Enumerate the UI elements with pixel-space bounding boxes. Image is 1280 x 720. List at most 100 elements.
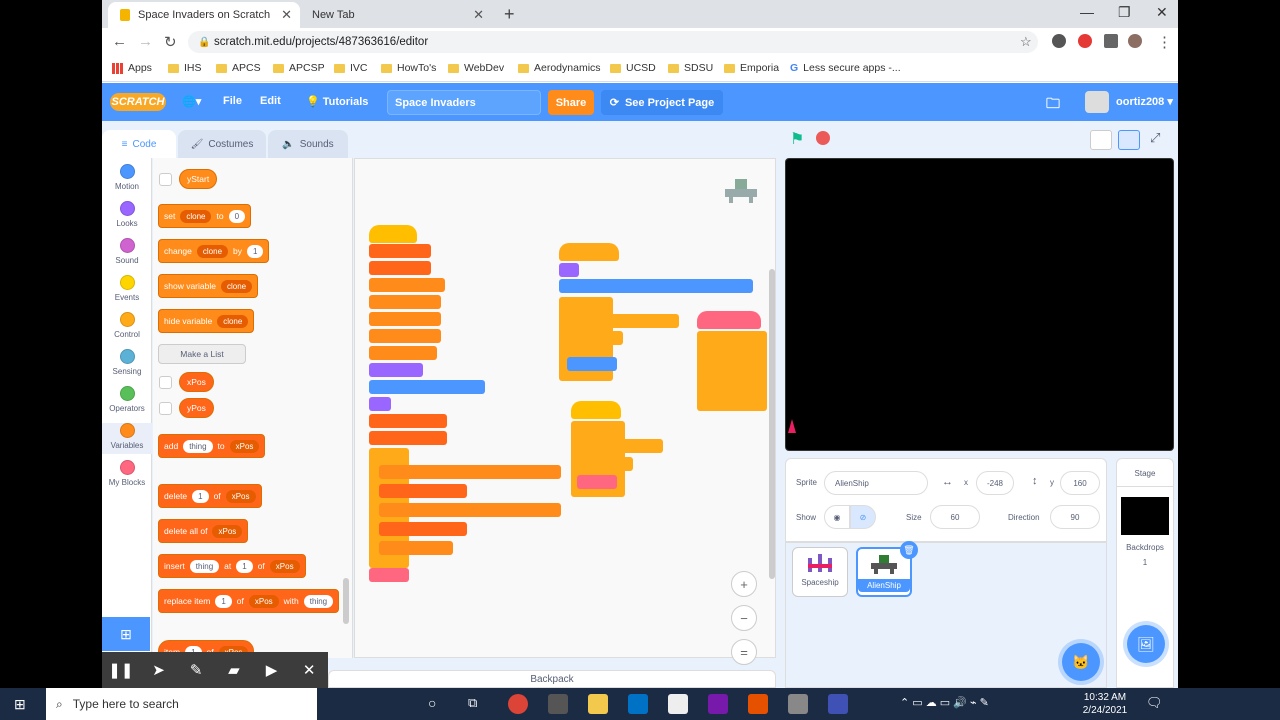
show-variable-block[interactable]: show variable clone	[158, 274, 259, 298]
fullscreen-icon[interactable]: ⤢	[1150, 130, 1160, 146]
direction-input[interactable]: 90	[1050, 505, 1100, 529]
tab-new-tab[interactable]: New Tab ✕	[300, 2, 492, 28]
see-project-page-button[interactable]: ⟳ See Project Page	[601, 90, 723, 115]
script-block[interactable]	[379, 503, 561, 517]
category-control[interactable]: Control	[102, 312, 152, 339]
script-block[interactable]	[697, 331, 767, 411]
script-block[interactable]	[369, 278, 445, 292]
bookmark-folder[interactable]: HowTo's	[381, 62, 436, 74]
script-block[interactable]	[559, 279, 753, 293]
define-block[interactable]	[697, 311, 761, 329]
sprite-thumb-spaceship[interactable]: Spaceship	[792, 547, 848, 597]
bookmark-folder[interactable]: SDSU	[668, 62, 713, 74]
script-block[interactable]	[369, 261, 431, 275]
category-sensing[interactable]: Sensing	[102, 349, 152, 376]
bookmark-folder[interactable]: WebDev	[448, 62, 504, 74]
tab-costumes[interactable]: 🖌 Costumes	[178, 130, 266, 158]
bookmark-google[interactable]: G Less secure apps -...	[790, 62, 901, 74]
new-tab-plus-icon[interactable]: +	[504, 4, 515, 25]
pen-app-icon[interactable]	[788, 694, 808, 714]
windows-start-icon[interactable]: ⊞	[14, 696, 26, 713]
close-recording-icon[interactable]: ✕	[290, 661, 328, 679]
script-block[interactable]	[567, 357, 617, 371]
username-menu[interactable]: oortiz208 ▾	[1116, 95, 1173, 108]
script-block[interactable]	[379, 541, 453, 555]
zoom-in-icon[interactable]: +	[731, 571, 757, 597]
script-block[interactable]	[369, 312, 441, 326]
stop-icon[interactable]	[816, 131, 830, 145]
add-to-list-block[interactable]: add thing to xPos	[158, 434, 266, 458]
bookmark-apps[interactable]: Apps	[112, 62, 152, 74]
camera-icon[interactable]: ▶	[253, 661, 291, 679]
pen-icon[interactable]: ✎	[177, 661, 215, 679]
project-title-input[interactable]: Space Invaders	[387, 90, 541, 115]
large-stage-icon[interactable]	[1118, 130, 1140, 150]
menu-dots-icon[interactable]: ⋮	[1157, 33, 1172, 51]
when-flag-clicked-hat[interactable]	[571, 401, 621, 419]
ystart-reporter[interactable]: yStart	[179, 169, 218, 189]
file-menu[interactable]: File	[223, 95, 242, 107]
bookmark-folder[interactable]: APCSP	[273, 62, 325, 74]
script-area[interactable]: + − =	[354, 158, 776, 665]
share-button[interactable]: Share	[548, 90, 594, 115]
script-block[interactable]	[369, 295, 441, 309]
script-block[interactable]	[577, 457, 633, 471]
user-avatar[interactable]	[1085, 91, 1109, 113]
script-block[interactable]	[577, 439, 663, 453]
green-flag-icon[interactable]: ⚑	[790, 129, 804, 149]
make-a-list-button[interactable]: Make a List	[158, 344, 246, 364]
script-block[interactable]	[369, 329, 441, 343]
close-tab-icon[interactable]: ✕	[281, 7, 292, 23]
bookmark-folder[interactable]: Emporia	[724, 62, 779, 74]
stage-selector[interactable]: Stage Backdrops 1 🖼	[1116, 458, 1174, 688]
back-arrow-icon[interactable]: ←	[112, 33, 127, 50]
script-block[interactable]	[577, 475, 617, 489]
category-events[interactable]: Events	[102, 275, 152, 302]
script-scrollbar[interactable]	[769, 269, 775, 579]
app-icon[interactable]	[828, 694, 848, 714]
category-variables[interactable]: Variables	[102, 423, 152, 454]
g-app-icon[interactable]	[668, 694, 688, 714]
script-block[interactable]	[369, 414, 447, 428]
ypos-list-reporter[interactable]: yPos	[179, 398, 214, 418]
script-block[interactable]	[369, 431, 447, 445]
show-visible-eye-icon[interactable]: ◉	[824, 505, 850, 529]
change-variable-block[interactable]: change clone by 1	[158, 239, 270, 263]
task-view-icon[interactable]: ⧉	[468, 695, 477, 711]
xpos-list-reporter[interactable]: xPos	[179, 372, 214, 392]
script-block[interactable]	[369, 346, 437, 360]
insert-at-block[interactable]: insert thing at 1 of xPos	[158, 554, 306, 578]
set-variable-block[interactable]: set clone to 0	[158, 204, 252, 228]
hide-variable-block[interactable]: hide variable clone	[158, 309, 255, 333]
sprite-thumb-alienship[interactable]: AlienShip 🗑	[856, 541, 918, 597]
script-block[interactable]	[379, 484, 467, 498]
reload-icon[interactable]: ↻	[164, 33, 177, 51]
tab-code[interactable]: ≡ Code	[102, 130, 176, 158]
tab-space-invaders[interactable]: Space Invaders on Scratch ✕	[108, 2, 300, 28]
script-block[interactable]	[379, 465, 561, 479]
script-block[interactable]	[567, 314, 679, 328]
category-sound[interactable]: Sound	[102, 238, 152, 265]
file-explorer-icon[interactable]	[588, 694, 608, 714]
script-block[interactable]	[379, 522, 467, 536]
extension-icon[interactable]	[1052, 34, 1066, 48]
stage-canvas[interactable]	[785, 158, 1174, 451]
delete-all-block[interactable]: delete all of xPos	[158, 519, 249, 543]
bookmark-folder[interactable]: IHS	[168, 62, 202, 74]
extensions-button-icon[interactable]: ⊞	[102, 617, 150, 651]
cortana-icon[interactable]: ○	[428, 695, 436, 711]
notifications-icon[interactable]: 🗨	[1146, 695, 1163, 711]
small-stage-icon[interactable]	[1090, 130, 1112, 150]
chrome-icon[interactable]	[508, 694, 528, 714]
x-position-input[interactable]: -248	[976, 471, 1014, 495]
zoom-out-icon[interactable]: −	[731, 605, 757, 631]
outlook-icon[interactable]	[628, 694, 648, 714]
bookmark-folder[interactable]: IVC	[334, 62, 368, 74]
when-start-as-clone-hat[interactable]	[559, 243, 619, 261]
tab-sounds[interactable]: 🔈 Sounds	[268, 130, 348, 158]
script-block[interactable]	[575, 331, 623, 345]
delete-sprite-trash-icon[interactable]: 🗑	[900, 541, 918, 559]
palette-scrollbar[interactable]	[343, 578, 349, 624]
system-tray-icons[interactable]: ⌃ ▭ ☁ ▭ 🔊 ⌁ ✎	[900, 696, 989, 709]
profile-avatar[interactable]	[1128, 34, 1142, 48]
